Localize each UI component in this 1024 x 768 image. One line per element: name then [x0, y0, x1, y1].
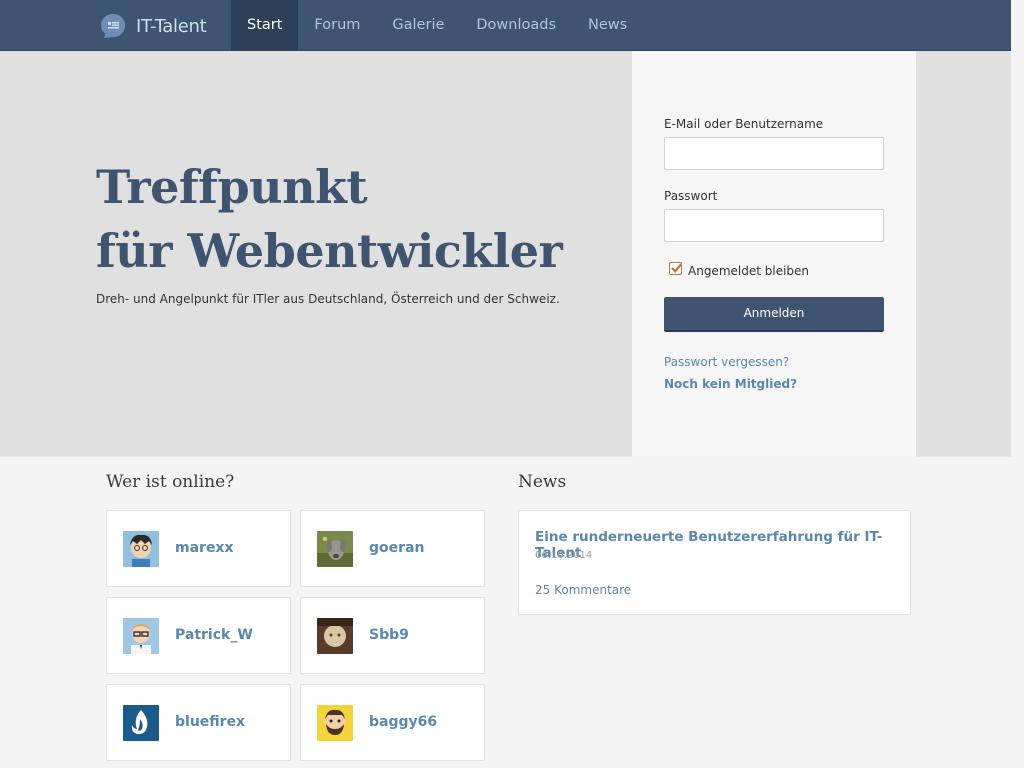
- hero-title: Treffpunkt für Webentwickler: [96, 155, 563, 283]
- cartoon-avatar-icon: [123, 531, 159, 567]
- top-navigation-bar: IT-Talent Start Forum Galerie Downloads …: [0, 0, 1011, 51]
- online-user-name[interactable]: marexx: [175, 540, 234, 556]
- remember-checkbox[interactable]: [669, 262, 682, 275]
- remember-label[interactable]: Angemeldet bleiben: [688, 264, 809, 278]
- online-user-card[interactable]: Patrick_W: [106, 597, 291, 674]
- online-user-card[interactable]: goeran: [300, 510, 485, 587]
- username-label: E-Mail oder Benutzername: [664, 117, 824, 131]
- nav-item-forum[interactable]: Forum: [298, 0, 376, 51]
- online-user-card[interactable]: marexx: [106, 510, 291, 587]
- login-button[interactable]: Anmelden: [664, 297, 884, 332]
- news-item-comments-link[interactable]: 25 Kommentare: [535, 583, 631, 597]
- dog-photo-avatar-icon: [317, 531, 353, 567]
- bearded-avatar-icon: [317, 705, 353, 741]
- nav-item-start[interactable]: Start: [231, 0, 299, 51]
- username-input[interactable]: [664, 137, 884, 170]
- online-user-name[interactable]: bluefirex: [175, 714, 245, 730]
- site-logo-text: IT-Talent: [136, 15, 207, 37]
- register-link[interactable]: Noch kein Mitglied?: [664, 377, 797, 391]
- online-user-name[interactable]: baggy66: [369, 714, 437, 730]
- news-item-date: 06.10.2014: [535, 550, 593, 561]
- online-user-card[interactable]: bluefirex: [106, 684, 291, 761]
- login-panel: E-Mail oder Benutzername Passwort Angeme…: [632, 51, 916, 457]
- glasses-avatar-icon: [123, 618, 159, 654]
- nav-item-news[interactable]: News: [572, 0, 643, 51]
- password-label: Passwort: [664, 189, 718, 203]
- main-nav: Start Forum Galerie Downloads News: [231, 0, 643, 51]
- flame-avatar-icon: [123, 705, 159, 741]
- speech-bubble-logo-icon: [101, 14, 125, 38]
- forgot-password-link[interactable]: Passwort vergessen?: [664, 355, 789, 369]
- online-user-name[interactable]: Sbb9: [369, 627, 409, 643]
- online-user-name[interactable]: goeran: [369, 540, 424, 556]
- checkmark-icon: [671, 263, 682, 273]
- online-user-card[interactable]: Sbb9: [300, 597, 485, 674]
- nav-item-galerie[interactable]: Galerie: [376, 0, 460, 51]
- hero-subtitle: Dreh- und Angelpunkt für ITler aus Deuts…: [96, 292, 560, 306]
- password-input[interactable]: [664, 209, 884, 242]
- news-heading: News: [518, 472, 567, 492]
- hero-title-line-1: Treffpunkt: [96, 160, 368, 214]
- site-logo[interactable]: IT-Talent: [100, 13, 207, 39]
- photo-avatar-icon: [317, 618, 353, 654]
- online-user-card[interactable]: baggy66: [300, 684, 485, 761]
- online-heading: Wer ist online?: [106, 472, 235, 492]
- hero-title-line-2: für Webentwickler: [96, 224, 563, 278]
- news-card: Eine runderneuerte Benutzererfahrung für…: [518, 510, 911, 615]
- nav-item-downloads[interactable]: Downloads: [460, 0, 572, 51]
- online-user-name[interactable]: Patrick_W: [175, 627, 253, 643]
